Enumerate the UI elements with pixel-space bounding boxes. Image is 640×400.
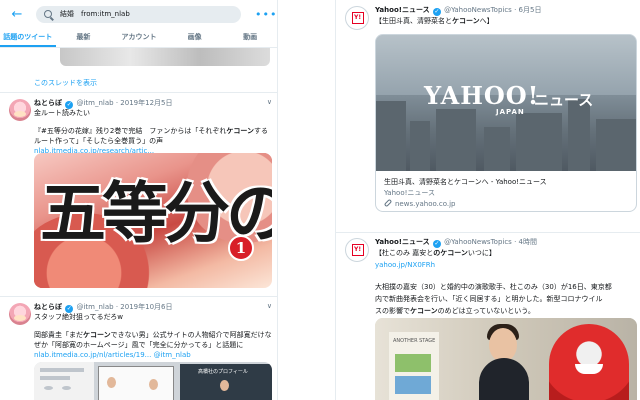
more-options-icon[interactable]: ••• (255, 8, 277, 21)
search-results-pane: ← ••• 話題のツイート 最新 アカウント 画像 動画 このスレッドを表示 ね… (0, 0, 278, 400)
author-handle: @YahooNewsTopics (444, 6, 512, 14)
tweet-link[interactable]: nlab.itmedia.co.jp/nl/articles/19... (34, 351, 151, 359)
avatar[interactable] (345, 238, 369, 262)
avatar[interactable] (9, 303, 31, 325)
yahoo-logo: YAHOO! (424, 81, 540, 110)
avatar[interactable] (345, 6, 369, 30)
tweet-date[interactable]: 2019年12月5日 (120, 99, 172, 107)
author-name[interactable]: Yahoo!ニュース (375, 6, 430, 14)
timeline-pane: Yahoo!ニュース ✓ @YahooNewsTopics · 6月5日 【生田… (335, 0, 640, 400)
stage-panel: ANOTHER STAGE (389, 332, 439, 400)
author-handle: @YahooNewsTopics (444, 238, 512, 246)
yahoo-logo-sub: JAPAN (496, 108, 525, 116)
author-handle: @itm_nlab (76, 303, 114, 311)
tweet-date[interactable]: 6月5日 (519, 6, 542, 14)
author-name[interactable]: ねとらぼ (34, 303, 62, 311)
search-icon (44, 10, 52, 18)
mascot (549, 324, 629, 400)
yahoo-logo-news: ニュース (534, 91, 594, 109)
volume-badge: 1 (228, 235, 254, 261)
author-name[interactable]: Yahoo!ニュース (375, 238, 430, 246)
avatar[interactable] (9, 99, 31, 121)
tweet-image-press-photo[interactable]: ANOTHER STAGE (375, 318, 637, 400)
tweet-text: 【生田斗真、清野菜名とケコーンへ】 (375, 17, 494, 25)
card-url: news.yahoo.co.jp (395, 200, 456, 208)
tab-latest[interactable]: 最新 (56, 28, 112, 47)
tweet-text: スタッフ絶対狙ってるだろw 岡部貴圭「まだケコーンできない男」公式サイトの人物紹… (34, 313, 272, 359)
author-name[interactable]: ねとらぼ (34, 99, 62, 107)
tweet-image-website-screenshot[interactable]: 高橋社のプロフィール (34, 362, 272, 400)
link-icon (383, 198, 393, 208)
author-handle: @itm_nlab (76, 99, 114, 107)
tab-photos[interactable]: 画像 (167, 28, 223, 47)
tweet-image-manga-cover[interactable]: 五等分の 1 (34, 153, 272, 288)
back-arrow-icon[interactable]: ← (6, 7, 28, 22)
card-title: 生田斗真、清野菜名とケコーンへ - Yahoo!ニュース (384, 178, 547, 186)
chevron-down-icon[interactable]: ∨ (267, 302, 272, 310)
previous-tweet-image[interactable] (60, 48, 270, 66)
card-source: Yahoo!ニュース (384, 189, 436, 197)
tweet-link[interactable]: yahoo.jp/NX0FRh (375, 259, 637, 271)
tab-people[interactable]: アカウント (111, 28, 167, 47)
search-box[interactable] (36, 5, 241, 23)
card-image: YAHOO! JAPAN ニュース (376, 35, 636, 171)
mention-link[interactable]: @itm_nlab (154, 351, 191, 359)
chevron-down-icon[interactable]: ∨ (267, 98, 272, 106)
tab-videos[interactable]: 動画 (222, 28, 277, 47)
tweet-date[interactable]: 4時間 (519, 238, 537, 246)
manga-title-text: 五等分の (40, 174, 272, 252)
show-thread-link[interactable]: このスレッドを表示 (34, 78, 97, 88)
card-text: 生田斗真、清野菜名とケコーンへ - Yahoo!ニュース Yahoo!ニュース … (376, 171, 636, 211)
tweet-date[interactable]: 2019年10月6日 (120, 303, 172, 311)
search-input[interactable] (60, 10, 230, 18)
tab-top[interactable]: 話題のツイート (0, 28, 56, 47)
search-header: ← ••• (0, 0, 277, 28)
tweet[interactable]: Yahoo!ニュース ✓ @YahooNewsTopics · 6月5日 【生田… (336, 0, 640, 232)
link-card[interactable]: YAHOO! JAPAN ニュース 生田斗真、清野菜名とケコーンへ - Yaho… (375, 34, 637, 212)
search-tabs: 話題のツイート 最新 アカウント 画像 動画 (0, 28, 277, 48)
tweet-text: 金ルート読みたい 『#五等分の花嫁』残り2巻で完結 ファンからは「それぞれケコー… (34, 108, 272, 156)
tweet-text: 【杜このみ 嘉安とのケコーンいつに】 yahoo.jp/NX0FRh 大相撲の嘉… (375, 247, 637, 317)
slide-caption: 高橋社のプロフィール (198, 369, 248, 375)
window-gap (278, 0, 335, 400)
